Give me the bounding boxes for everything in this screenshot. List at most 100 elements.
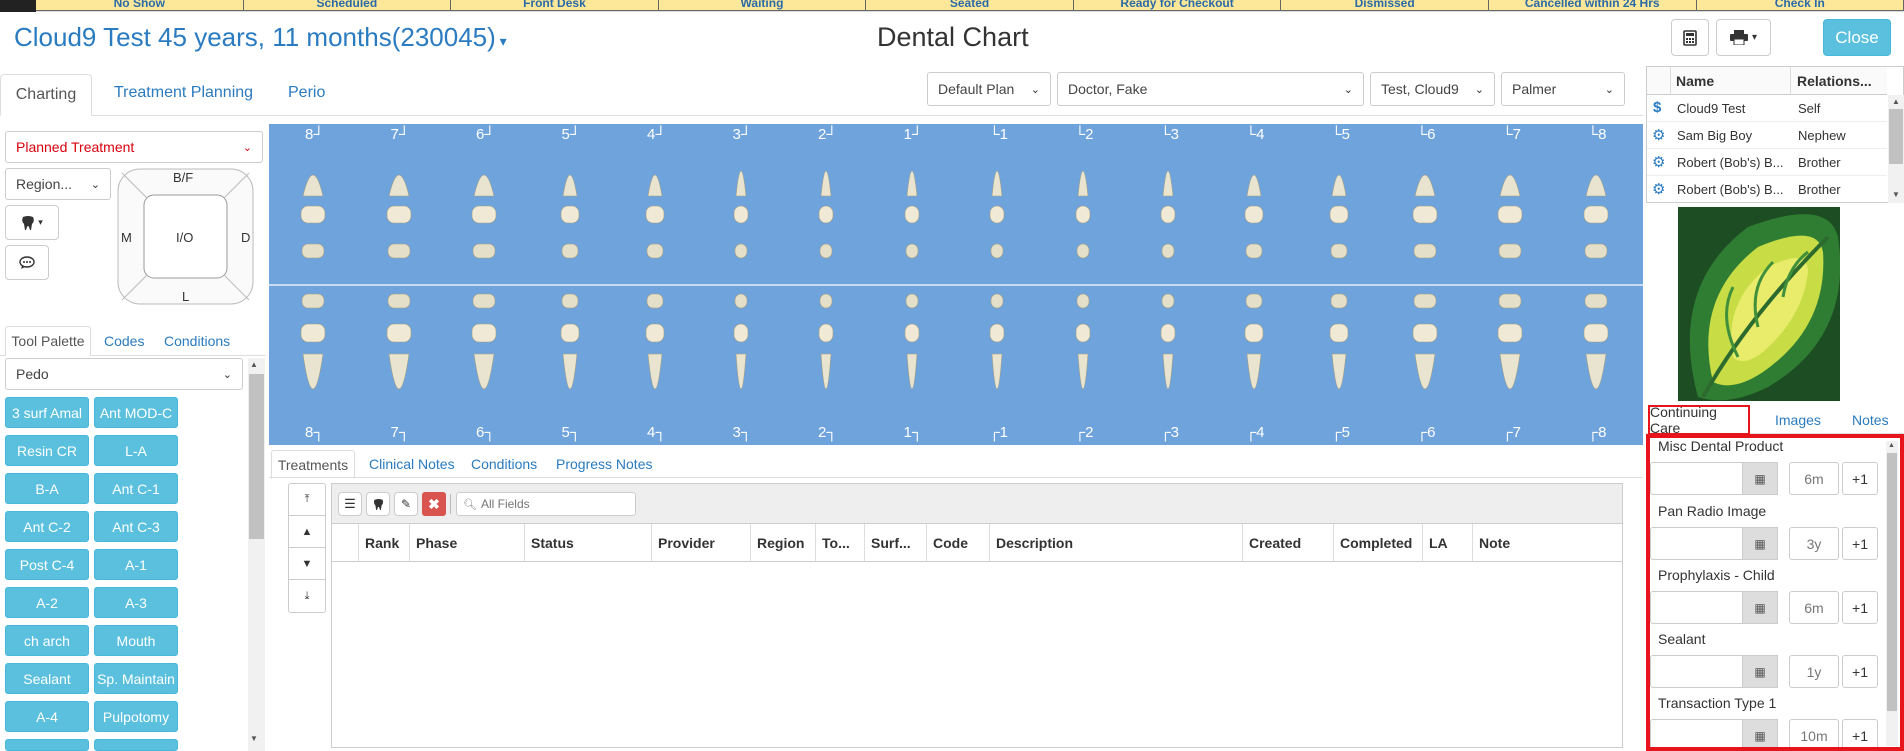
tab-clinical-notes[interactable]: Clinical Notes	[369, 456, 455, 472]
tooth-lower[interactable]	[727, 289, 755, 424]
tab-treatment-planning[interactable]: Treatment Planning	[114, 84, 253, 102]
tooth-label-upper[interactable]: └1	[989, 126, 1008, 143]
scroll-up-icon[interactable]: ▲	[1888, 442, 1895, 449]
scroll-thumb[interactable]	[1889, 109, 1903, 164]
tooth-label-upper[interactable]: 1┘	[904, 126, 923, 143]
scroll-up-icon[interactable]: ▲	[250, 360, 258, 369]
tooth-label-upper[interactable]: └8	[1588, 126, 1607, 143]
search-box[interactable]: 🔍︎	[456, 492, 636, 516]
tooth-upper[interactable]	[1582, 146, 1610, 276]
delete-button[interactable]: ✖	[422, 492, 446, 516]
scroll-down-icon[interactable]: ▼	[1892, 190, 1900, 199]
tooth-label-lower[interactable]: ┌7	[1502, 424, 1521, 441]
tooth-label-upper[interactable]: 8┘	[305, 126, 324, 143]
tooth-label-lower[interactable]: 3┐	[733, 424, 752, 441]
col-header[interactable]: Created	[1243, 524, 1334, 561]
status-scheduled[interactable]: Scheduled	[243, 0, 452, 11]
palette-button[interactable]: Sealant	[5, 663, 89, 694]
tooth-label-upper[interactable]: 6┘	[476, 126, 495, 143]
tooth-lower[interactable]	[641, 289, 669, 424]
tooth-label-lower[interactable]: ┌8	[1588, 424, 1607, 441]
cc-interval[interactable]: 6m	[1789, 591, 1839, 624]
palette-button[interactable]: A-2	[5, 587, 89, 618]
provider-select[interactable]: Doctor, Fake ⌄	[1057, 72, 1364, 106]
move-bottom-icon[interactable]: ⤓	[289, 580, 325, 612]
tooth-label-upper[interactable]: └4	[1246, 126, 1265, 143]
palette-button[interactable]: A-4	[5, 701, 89, 732]
palette-button-partial[interactable]	[94, 739, 178, 751]
col-header[interactable]: Surf...	[865, 524, 927, 561]
tooth-upper[interactable]	[1325, 146, 1353, 276]
calendar-button[interactable]: ▦	[1742, 462, 1778, 495]
palette-button[interactable]: Ant MOD-C	[94, 397, 178, 428]
tooth-upper[interactable]	[727, 146, 755, 276]
cc-interval[interactable]: 3y	[1789, 527, 1839, 560]
cc-interval[interactable]: 1y	[1789, 655, 1839, 688]
tab-images[interactable]: Images	[1775, 412, 1821, 428]
family-row[interactable]: $ Cloud9 Test Self	[1647, 95, 1887, 122]
numbering-select[interactable]: Palmer ⌄	[1501, 72, 1625, 106]
cc-interval[interactable]: 6m	[1789, 462, 1839, 495]
col-header[interactable]: Region	[751, 524, 816, 561]
palette-button[interactable]: Ant C-3	[94, 511, 178, 542]
palette-button[interactable]: Resin CR	[5, 435, 89, 466]
tooth-upper[interactable]	[385, 146, 413, 276]
tooth-lower[interactable]	[983, 289, 1011, 424]
tooth-upper[interactable]	[1069, 146, 1097, 276]
gear-icon[interactable]: ⚙	[1652, 180, 1665, 198]
tooth-lower[interactable]	[299, 289, 327, 424]
palette-button[interactable]: 3 surf Amal	[5, 397, 89, 428]
calculator-button[interactable]	[1671, 19, 1709, 56]
tooth-upper[interactable]	[983, 146, 1011, 276]
scroll-up-icon[interactable]: ▲	[1892, 97, 1900, 106]
tooth-lower[interactable]	[556, 289, 584, 424]
move-down-icon[interactable]: ▼	[289, 548, 325, 580]
cc-plus-button[interactable]: +1	[1842, 591, 1878, 624]
tooth-label-upper[interactable]: └3	[1160, 126, 1179, 143]
cc-plus-button[interactable]: +1	[1842, 527, 1878, 560]
tooth-lower[interactable]	[1154, 289, 1182, 424]
gear-icon[interactable]: ⚙	[1652, 153, 1665, 171]
col-header[interactable]: To...	[816, 524, 865, 561]
tooth-lower[interactable]	[812, 289, 840, 424]
tooth-upper[interactable]	[299, 146, 327, 276]
tooth-label-lower[interactable]: 6┐	[476, 424, 495, 441]
tooth-label-lower[interactable]: ┌3	[1160, 424, 1179, 441]
col-header[interactable]: Note	[1473, 524, 1622, 561]
palette-button[interactable]: Post C-4	[5, 549, 89, 580]
calendar-button[interactable]: ▦	[1742, 527, 1778, 560]
tab-perio[interactable]: Perio	[288, 84, 325, 102]
tooth-lower[interactable]	[1496, 289, 1524, 424]
col-header[interactable]: Status	[525, 524, 652, 561]
surface-buccal[interactable]: B/F	[173, 170, 193, 185]
tab-charting[interactable]: Charting	[0, 74, 92, 116]
scroll-thumb[interactable]	[249, 374, 264, 539]
tooth-filter-button[interactable]	[366, 492, 390, 516]
caret-down-icon[interactable]: ▾	[496, 33, 507, 49]
surface-mesial[interactable]: M	[121, 230, 132, 245]
patient-select[interactable]: Test, Cloud9 ⌄	[1370, 72, 1495, 106]
move-top-icon[interactable]: ⤒	[289, 484, 325, 516]
cc-plus-button[interactable]: +1	[1842, 655, 1878, 688]
tab-tool-palette[interactable]: Tool Palette	[5, 326, 91, 356]
palette-button[interactable]: Mouth	[94, 625, 178, 656]
scroll-thumb[interactable]	[1887, 453, 1897, 711]
status-front-desk[interactable]: Front Desk	[451, 0, 659, 11]
status-cancelled[interactable]: Cancelled within 24 Hrs	[1488, 0, 1697, 11]
palette-scrollbar[interactable]: ▲ ▼	[248, 358, 265, 751]
tooth-label-upper[interactable]: └5	[1331, 126, 1350, 143]
family-row[interactable]: ⚙ Robert (Bob's) B... Brother	[1647, 176, 1887, 203]
calendar-button[interactable]: ▦	[1742, 719, 1778, 747]
surface-occlusal[interactable]: I/O	[176, 230, 193, 245]
dental-chart[interactable]: 8┘ 7┘ 6┘ 5┘ 4┘ 3┘ 2┘ 1┘ └1 └2 └3 └4 └5 └6 └7 └8 8┐ 7┐ 6┐ 5┐…	[269, 124, 1643, 445]
menu-icon[interactable]	[0, 0, 36, 12]
tooth-upper[interactable]	[1496, 146, 1524, 276]
status-dismissed[interactable]: Dismissed	[1281, 0, 1489, 11]
tooth-menu-button[interactable]: ▾	[5, 205, 59, 240]
tooth-label-upper[interactable]: └7	[1502, 126, 1521, 143]
tab-treatments[interactable]: Treatments	[271, 450, 355, 479]
tooth-label-upper[interactable]: 4┘	[647, 126, 666, 143]
col-header[interactable]: Rank	[359, 524, 410, 561]
tooth-lower[interactable]	[1325, 289, 1353, 424]
palette-button[interactable]: Pulpotomy	[94, 701, 178, 732]
